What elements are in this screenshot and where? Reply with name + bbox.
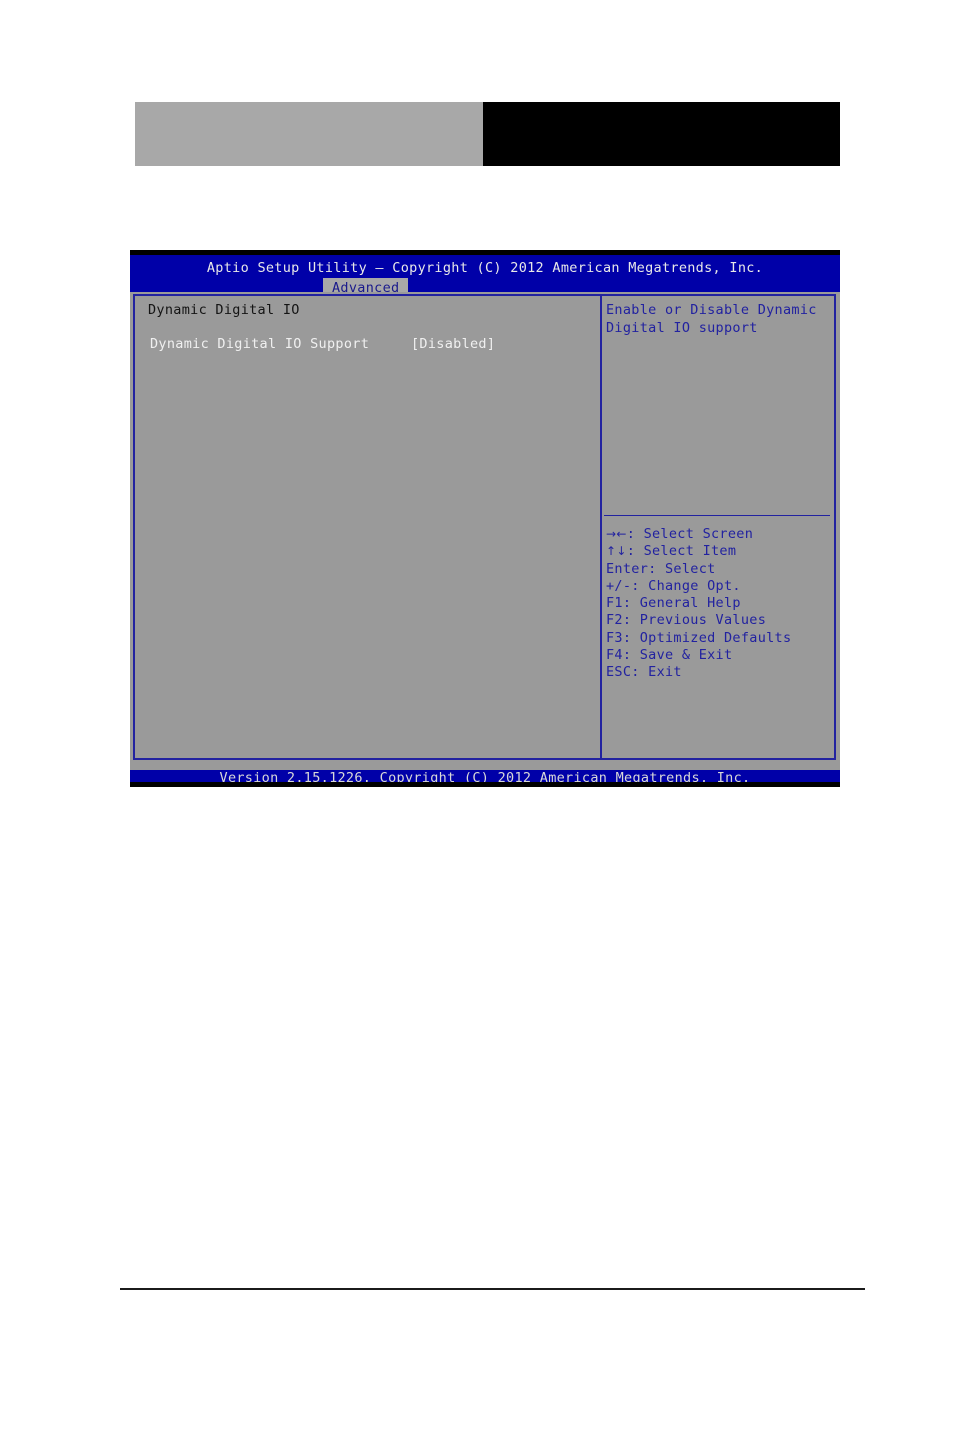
- help-text: Enable or Disable Dynamic Digital IO sup…: [606, 302, 826, 336]
- key-legend-item-change-opt: +/-: Change Opt.: [606, 577, 741, 594]
- key-legend-action: : Select Screen: [626, 526, 754, 542]
- key-legend-item-select-item: ↑↓: Select Item: [606, 543, 737, 560]
- setting-value[interactable]: [Disabled]: [411, 336, 495, 353]
- header-black-block: [483, 102, 840, 166]
- key-legend: →←: Select Screen ↑↓: Select Item Enter:…: [606, 526, 830, 682]
- key-legend-item-select-screen: →←: Select Screen: [606, 526, 754, 542]
- help-column: Enable or Disable Dynamic Digital IO sup…: [606, 302, 828, 337]
- key-legend-action: : Select Item: [626, 543, 737, 560]
- bios-title: Aptio Setup Utility – Copyright (C) 2012…: [206, 260, 764, 276]
- page-bottom-rule: [120, 1288, 865, 1290]
- settings-column: Dynamic Digital IO Dynamic Digital IO Su…: [148, 302, 594, 353]
- page-header-blocks: [135, 102, 840, 166]
- key-legend-item-f1: F1: General Help: [606, 595, 741, 612]
- help-separator: [604, 515, 830, 516]
- key-legend-item-f3: F3: Optimized Defaults: [606, 629, 792, 646]
- panel-divider: [600, 294, 602, 760]
- key-legend-item-esc: ESC: Exit: [606, 664, 682, 681]
- window-bottom-strip: [130, 782, 840, 787]
- key-legend-item-f4: F4: Save & Exit: [606, 647, 733, 664]
- key-legend-item-f2: F2: Previous Values: [606, 612, 767, 629]
- setting-row-dynamic-digital-io-support[interactable]: Dynamic Digital IO Support [Disabled]: [148, 336, 594, 353]
- bios-body: Dynamic Digital IO Dynamic Digital IO Su…: [130, 292, 840, 764]
- section-heading: Dynamic Digital IO: [148, 302, 300, 318]
- bios-title-bar: Aptio Setup Utility – Copyright (C) 2012…: [130, 255, 840, 297]
- key-legend-item-enter: Enter: Select: [606, 560, 716, 577]
- bios-setup-window: Aptio Setup Utility – Copyright (C) 2012…: [130, 250, 840, 787]
- header-gray-block: [135, 102, 483, 166]
- setting-label: Dynamic Digital IO Support: [150, 336, 370, 352]
